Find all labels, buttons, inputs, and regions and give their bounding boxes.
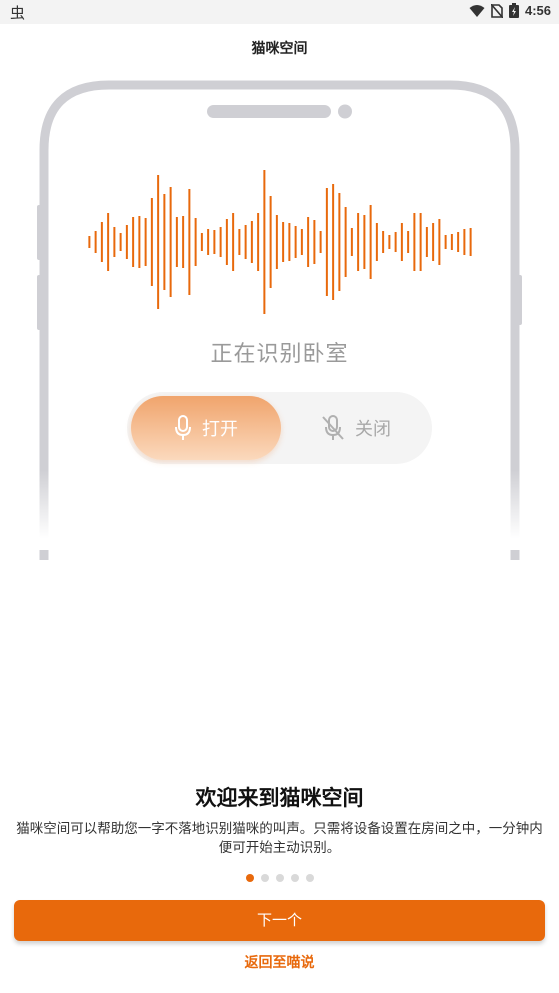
mic-off-button[interactable]: 关闭	[281, 396, 431, 460]
phone-camera	[338, 104, 352, 119]
mic-on-button[interactable]: 打开	[131, 396, 281, 460]
phone-side-button-upper	[37, 205, 42, 260]
next-button[interactable]: 下一个	[14, 900, 545, 941]
page-indicator	[0, 874, 559, 882]
mic-on-label: 打开	[202, 419, 238, 440]
mic-off-label: 关闭	[355, 419, 391, 440]
phone-side-button-lower	[37, 275, 42, 330]
welcome-title: 欢迎来到猫咪空间	[195, 786, 364, 810]
page-dot	[275, 874, 284, 882]
recognition-status-text: 正在识别卧室	[210, 342, 349, 367]
welcome-description: 猫咪空间可以帮助您一字不落地识别猫咪的叫声。只需将设备设置在房间之中，一分钟内便…	[16, 821, 543, 856]
phone-fade	[0, 470, 559, 550]
phone-speaker	[207, 105, 331, 118]
phone-side-button-right	[517, 275, 522, 325]
microphone-off-icon	[322, 415, 344, 440]
back-to-miaoshuo-link[interactable]: 返回至喵说	[0, 952, 559, 972]
page-dot-active	[245, 874, 254, 882]
page-dot	[305, 874, 314, 882]
microphone-icon	[175, 415, 191, 440]
page-dot	[290, 874, 299, 882]
page-dot	[260, 874, 269, 882]
